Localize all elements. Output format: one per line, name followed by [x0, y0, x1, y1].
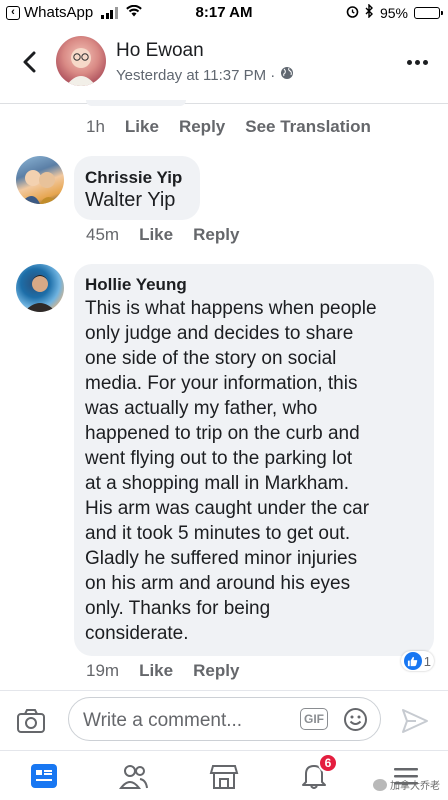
comment-actions: 19m Like Reply [86, 661, 259, 681]
comment-line: one side of the story on social [85, 348, 337, 369]
marketplace-icon [209, 765, 239, 789]
more-dot [422, 59, 428, 65]
comment-author[interactable]: Hollie Yeung [85, 275, 187, 295]
comment-time: 19m [86, 661, 120, 680]
reply-link[interactable]: Reply [193, 661, 239, 681]
comment-line: was actually my father, who [85, 398, 318, 419]
tab-friends[interactable] [116, 759, 152, 793]
previous-comment-bubble [86, 100, 186, 106]
author-name[interactable]: Ho Ewoan [116, 40, 204, 62]
gif-button[interactable]: GIF [300, 708, 328, 730]
status-bar: ‹ WhatsApp 8:17 AM 95% [0, 0, 448, 26]
commenter-avatar[interactable] [16, 264, 64, 312]
comment-line: media. For your information, this [85, 373, 358, 394]
like-link[interactable]: Like [125, 117, 159, 137]
comment-time: 45m [86, 225, 120, 244]
like-link[interactable]: Like [139, 225, 173, 245]
reply-link[interactable]: Reply [179, 117, 225, 137]
watermark-logo [373, 778, 387, 791]
comment-line: only. Thanks for being [85, 598, 271, 619]
reaction-count[interactable]: 1 [400, 651, 434, 671]
watermark-text: 加拿大乔老 [390, 781, 440, 792]
like-icon [403, 652, 422, 670]
comment-line: considerate. [85, 623, 189, 644]
feed-icon [31, 764, 57, 788]
comment-line: and it took 5 minutes to get out. [85, 523, 351, 544]
globe-icon [280, 66, 294, 84]
comment-composer: Write a comment... GIF [0, 690, 448, 750]
comment-placeholder: Write a comment... [83, 710, 243, 731]
commenter-avatar[interactable] [16, 156, 64, 204]
comment-line: This is what happens when people [85, 298, 377, 319]
more-options-button[interactable] [402, 50, 432, 74]
reply-link[interactable]: Reply [193, 225, 239, 245]
status-right: 95% [346, 3, 443, 21]
comment-line: on his arm and around his eyes [85, 573, 351, 594]
notifications-badge: 6 [318, 753, 338, 773]
alarm-icon [346, 5, 359, 21]
more-dot [414, 59, 420, 65]
friends-icon [119, 765, 148, 789]
send-icon [402, 709, 428, 733]
post-timestamp: Yesterday at 11:37 PM · [116, 66, 294, 84]
comment-line: happened to trip on the curb and [85, 423, 360, 444]
emoji-icon [344, 708, 367, 731]
post-time-text: Yesterday at 11:37 PM · [116, 66, 276, 84]
battery-percent: 95% [379, 4, 408, 21]
comment-author[interactable]: Chrissie Yip [85, 168, 182, 188]
author-avatar[interactable] [56, 36, 106, 86]
back-chevron-icon [23, 51, 36, 73]
previous-comment-actions: 1h Like Reply See Translation [86, 117, 391, 137]
tab-marketplace[interactable] [206, 759, 242, 793]
comment-bubble: Chrissie Yip Walter Yip [74, 156, 200, 220]
send-button[interactable] [400, 707, 430, 735]
comment-line: at a shopping mall in Markham. [85, 473, 350, 494]
comment-line: His arm was caught under the car [85, 498, 370, 519]
comment-line: Gladly he suffered minor injuries [85, 548, 358, 569]
comment-text: Walter Yip [85, 189, 176, 211]
watermark: 加拿大乔老 [373, 777, 440, 792]
bluetooth-icon [365, 3, 374, 21]
post-header: Ho Ewoan Yesterday at 11:37 PM · [0, 26, 448, 104]
battery-icon [414, 6, 443, 19]
comment-time: 1h [86, 117, 105, 136]
bottom-tab-bar: 6 加拿大乔老 [0, 750, 448, 800]
like-link[interactable]: Like [139, 661, 173, 681]
see-translation-link[interactable]: See Translation [245, 117, 371, 137]
comment-line: only judge and decides to share [85, 323, 354, 344]
comment-actions: 45m Like Reply [86, 225, 259, 245]
comment-input[interactable]: Write a comment... GIF [68, 697, 381, 741]
camera-button[interactable] [16, 707, 46, 735]
more-dot [406, 59, 412, 65]
tab-notifications[interactable]: 6 [296, 753, 338, 793]
back-button[interactable] [16, 46, 44, 78]
comment-line: went flying out to the parking lot [85, 448, 353, 469]
camera-icon [17, 709, 45, 733]
reaction-number: 1 [423, 653, 431, 669]
comment-bubble: Hollie Yeung This is what happens when p… [74, 264, 434, 656]
comment-text: This is what happens when people only ju… [85, 296, 377, 646]
tab-news-feed[interactable] [26, 759, 62, 793]
emoji-button[interactable] [343, 707, 368, 732]
